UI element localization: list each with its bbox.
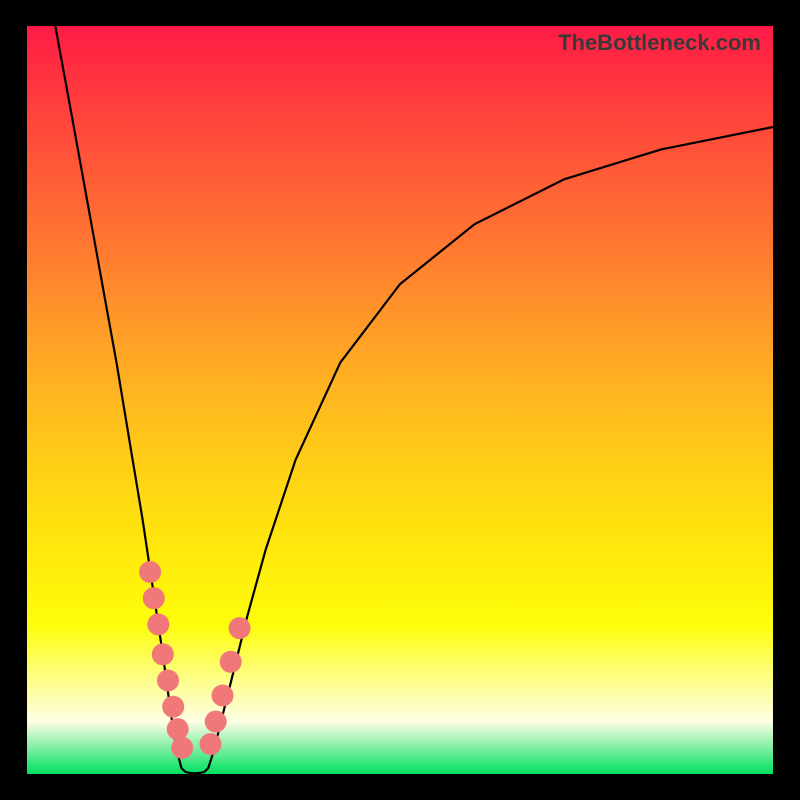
chart-svg xyxy=(27,26,773,774)
marker-dot xyxy=(200,733,222,755)
marker-dot xyxy=(157,670,179,692)
marker-dot xyxy=(205,711,227,733)
marker-dot xyxy=(143,587,165,609)
marker-dot xyxy=(167,718,189,740)
marker-dot xyxy=(171,737,193,759)
marker-group-right xyxy=(200,617,251,755)
marker-dot xyxy=(147,613,169,635)
chart-plot-area: TheBottleneck.com xyxy=(27,26,773,774)
marker-group-left xyxy=(139,561,193,759)
marker-dot xyxy=(152,643,174,665)
chart-frame: TheBottleneck.com xyxy=(0,0,800,800)
marker-dot xyxy=(229,617,251,639)
marker-dot xyxy=(212,685,234,707)
marker-dot xyxy=(220,651,242,673)
marker-dot xyxy=(162,696,184,718)
marker-dot xyxy=(139,561,161,583)
